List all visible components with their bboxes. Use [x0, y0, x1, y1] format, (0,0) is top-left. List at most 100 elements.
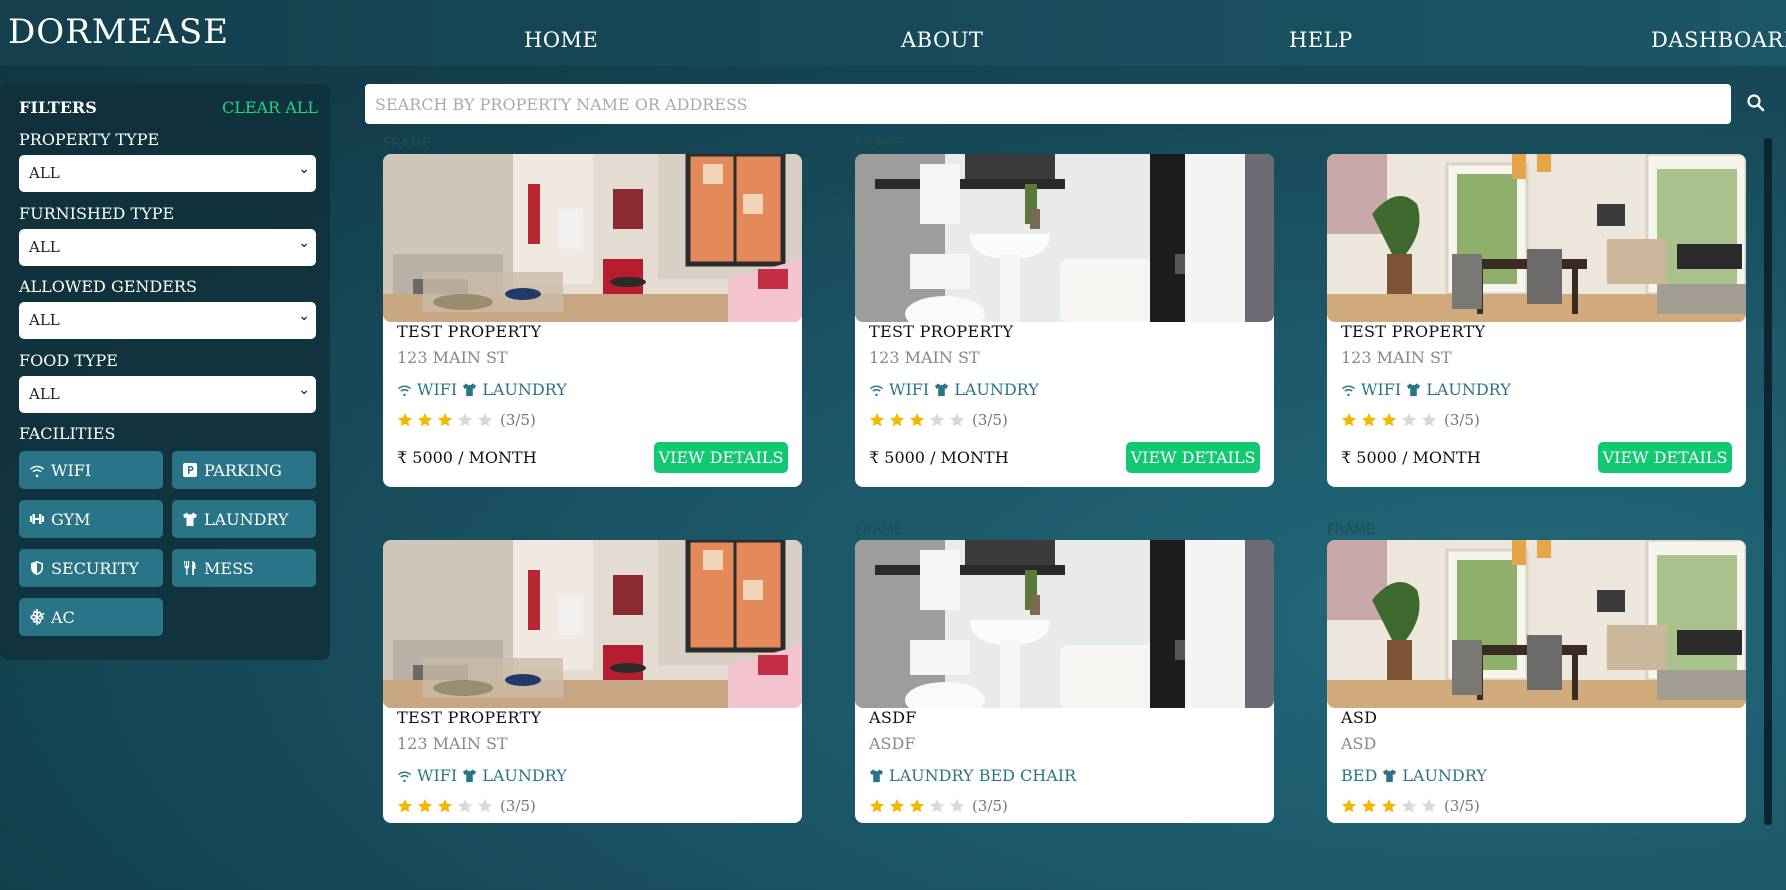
furnished-type-select[interactable]: ALL ⌄ [19, 229, 316, 266]
facility-laundry: LAUNDRY [1426, 380, 1511, 399]
rating: (3/5) [397, 797, 536, 815]
star-icon [417, 413, 433, 427]
facility-wifi-button[interactable]: WIFI [19, 451, 163, 489]
search-icon[interactable] [1746, 93, 1766, 113]
property-title: TEST PROPERTY [397, 322, 542, 341]
chevron-down-icon: ⌄ [298, 308, 310, 324]
search-input[interactable]: SEARCH BY PROPERTY NAME OR ADDRESS [365, 84, 1731, 124]
star-icon [437, 413, 453, 427]
star-icon [909, 799, 925, 813]
rating-text: (3/5) [972, 797, 1008, 815]
facility-label: AC [51, 607, 75, 627]
shirt-icon [1407, 383, 1421, 397]
food-type-select[interactable]: ALL ⌄ [19, 376, 316, 413]
shirt-icon [463, 769, 477, 783]
price-text: ₹ 5000 / MONTH [397, 448, 537, 467]
view-details-button[interactable]: VIEW DETAILS [654, 442, 788, 473]
frame-label: FRAME [383, 136, 431, 152]
facility-mess-button[interactable]: MESS [172, 549, 316, 587]
allowed-genders-select[interactable]: ALL ⌄ [19, 302, 316, 339]
property-photo [855, 540, 1274, 708]
wifi-icon [1341, 385, 1356, 397]
property-facilities: BED LAUNDRY [1341, 766, 1487, 785]
property-card[interactable]: TEST PROPERTY 123 MAIN ST WIFI LAUNDRY (… [383, 540, 802, 823]
property-card[interactable]: TEST PROPERTY 123 MAIN ST WIFI LAUNDRY (… [1327, 154, 1746, 487]
star-icon [1401, 799, 1417, 813]
nav-about[interactable]: ABOUT [901, 28, 983, 52]
rating: (3/5) [869, 411, 1008, 429]
facility-security-button[interactable]: SECURITY [19, 549, 163, 587]
facility-gym-button[interactable]: GYM [19, 500, 163, 538]
utensils-icon [184, 561, 196, 575]
star-icon [397, 799, 413, 813]
rating: (3/5) [397, 411, 536, 429]
facility-list: LAUNDRY BED CHAIR [889, 766, 1077, 785]
facility-ac-button[interactable]: AC [19, 598, 163, 636]
property-title: TEST PROPERTY [869, 322, 1014, 341]
facility-laundry: LAUNDRY [482, 766, 567, 785]
chevron-down-icon: ⌄ [298, 235, 310, 251]
results-scrollbar[interactable] [1764, 138, 1772, 825]
property-type-label: PROPERTY TYPE [19, 130, 160, 149]
frame-label: FRAME [1327, 136, 1375, 152]
star-icon [477, 799, 493, 813]
frame-label: FRAME [1327, 522, 1375, 538]
star-icon [437, 799, 453, 813]
property-card[interactable]: ASD ASD BED LAUNDRY (3/5) [1327, 540, 1746, 823]
rating: (3/5) [1341, 797, 1480, 815]
facility-laundry: LAUNDRY [954, 380, 1039, 399]
facility-label: MESS [204, 558, 254, 578]
frame-label: FRAME [855, 136, 903, 152]
chevron-down-icon: ⌄ [298, 382, 310, 398]
dining-room-photo [1327, 154, 1746, 322]
wifi-icon [30, 465, 44, 478]
star-icon [909, 413, 925, 427]
star-icon [477, 413, 493, 427]
star-icon [949, 799, 965, 813]
star-icon [889, 413, 905, 427]
facility-prefix: BED [1341, 766, 1378, 785]
view-details-button[interactable]: VIEW DETAILS [1598, 442, 1732, 473]
facility-label: GYM [51, 509, 91, 529]
star-icon [457, 799, 473, 813]
nav-help[interactable]: HELP [1289, 28, 1353, 52]
dining-room-photo [1327, 540, 1746, 708]
app-logo[interactable]: DORMEASE [8, 12, 229, 52]
star-icon [1361, 799, 1377, 813]
filters-panel: FILTERS CLEAR ALL PROPERTY TYPE ALL ⌄ FU… [0, 84, 330, 660]
parking-icon [183, 463, 197, 477]
star-icon [1341, 413, 1357, 427]
view-details-button[interactable]: VIEW DETAILS [1126, 442, 1260, 473]
clear-all-link[interactable]: CLEAR ALL [222, 98, 318, 117]
facility-laundry-button[interactable]: LAUNDRY [172, 500, 316, 538]
nav-dashboard[interactable]: DASHBOARD [1651, 28, 1786, 52]
property-card[interactable]: ASDF ASDF LAUNDRY BED CHAIR (3/5) [855, 540, 1274, 823]
facility-label: LAUNDRY [204, 509, 289, 529]
living-room-photo [383, 540, 802, 708]
property-title: TEST PROPERTY [1341, 322, 1486, 341]
price-text: ₹ 5000 / MONTH [869, 448, 1009, 467]
shirt-icon [183, 512, 197, 526]
property-photo [1327, 540, 1746, 708]
wifi-icon [397, 385, 412, 397]
search-placeholder: SEARCH BY PROPERTY NAME OR ADDRESS [375, 95, 748, 114]
facility-label: WIFI [51, 460, 92, 480]
wifi-icon [869, 385, 884, 397]
star-icon [397, 413, 413, 427]
facility-parking-button[interactable]: PARKING [172, 451, 316, 489]
property-type-value: ALL [29, 164, 60, 182]
property-photo [383, 154, 802, 322]
nav-home[interactable]: HOME [524, 28, 598, 52]
property-type-select[interactable]: ALL ⌄ [19, 155, 316, 192]
rating-text: (3/5) [500, 411, 536, 429]
property-card[interactable]: TEST PROPERTY 123 MAIN ST WIFI LAUNDRY (… [855, 154, 1274, 487]
bathroom-photo [855, 540, 1274, 708]
property-address: 123 MAIN ST [869, 348, 980, 367]
property-address: 123 MAIN ST [397, 348, 508, 367]
star-icon [1401, 413, 1417, 427]
property-photo [855, 154, 1274, 322]
living-room-photo [383, 154, 802, 322]
property-card[interactable]: TEST PROPERTY 123 MAIN ST WIFI LAUNDRY (… [383, 154, 802, 487]
shirt-icon [463, 383, 477, 397]
facility-laundry: LAUNDRY [482, 380, 567, 399]
